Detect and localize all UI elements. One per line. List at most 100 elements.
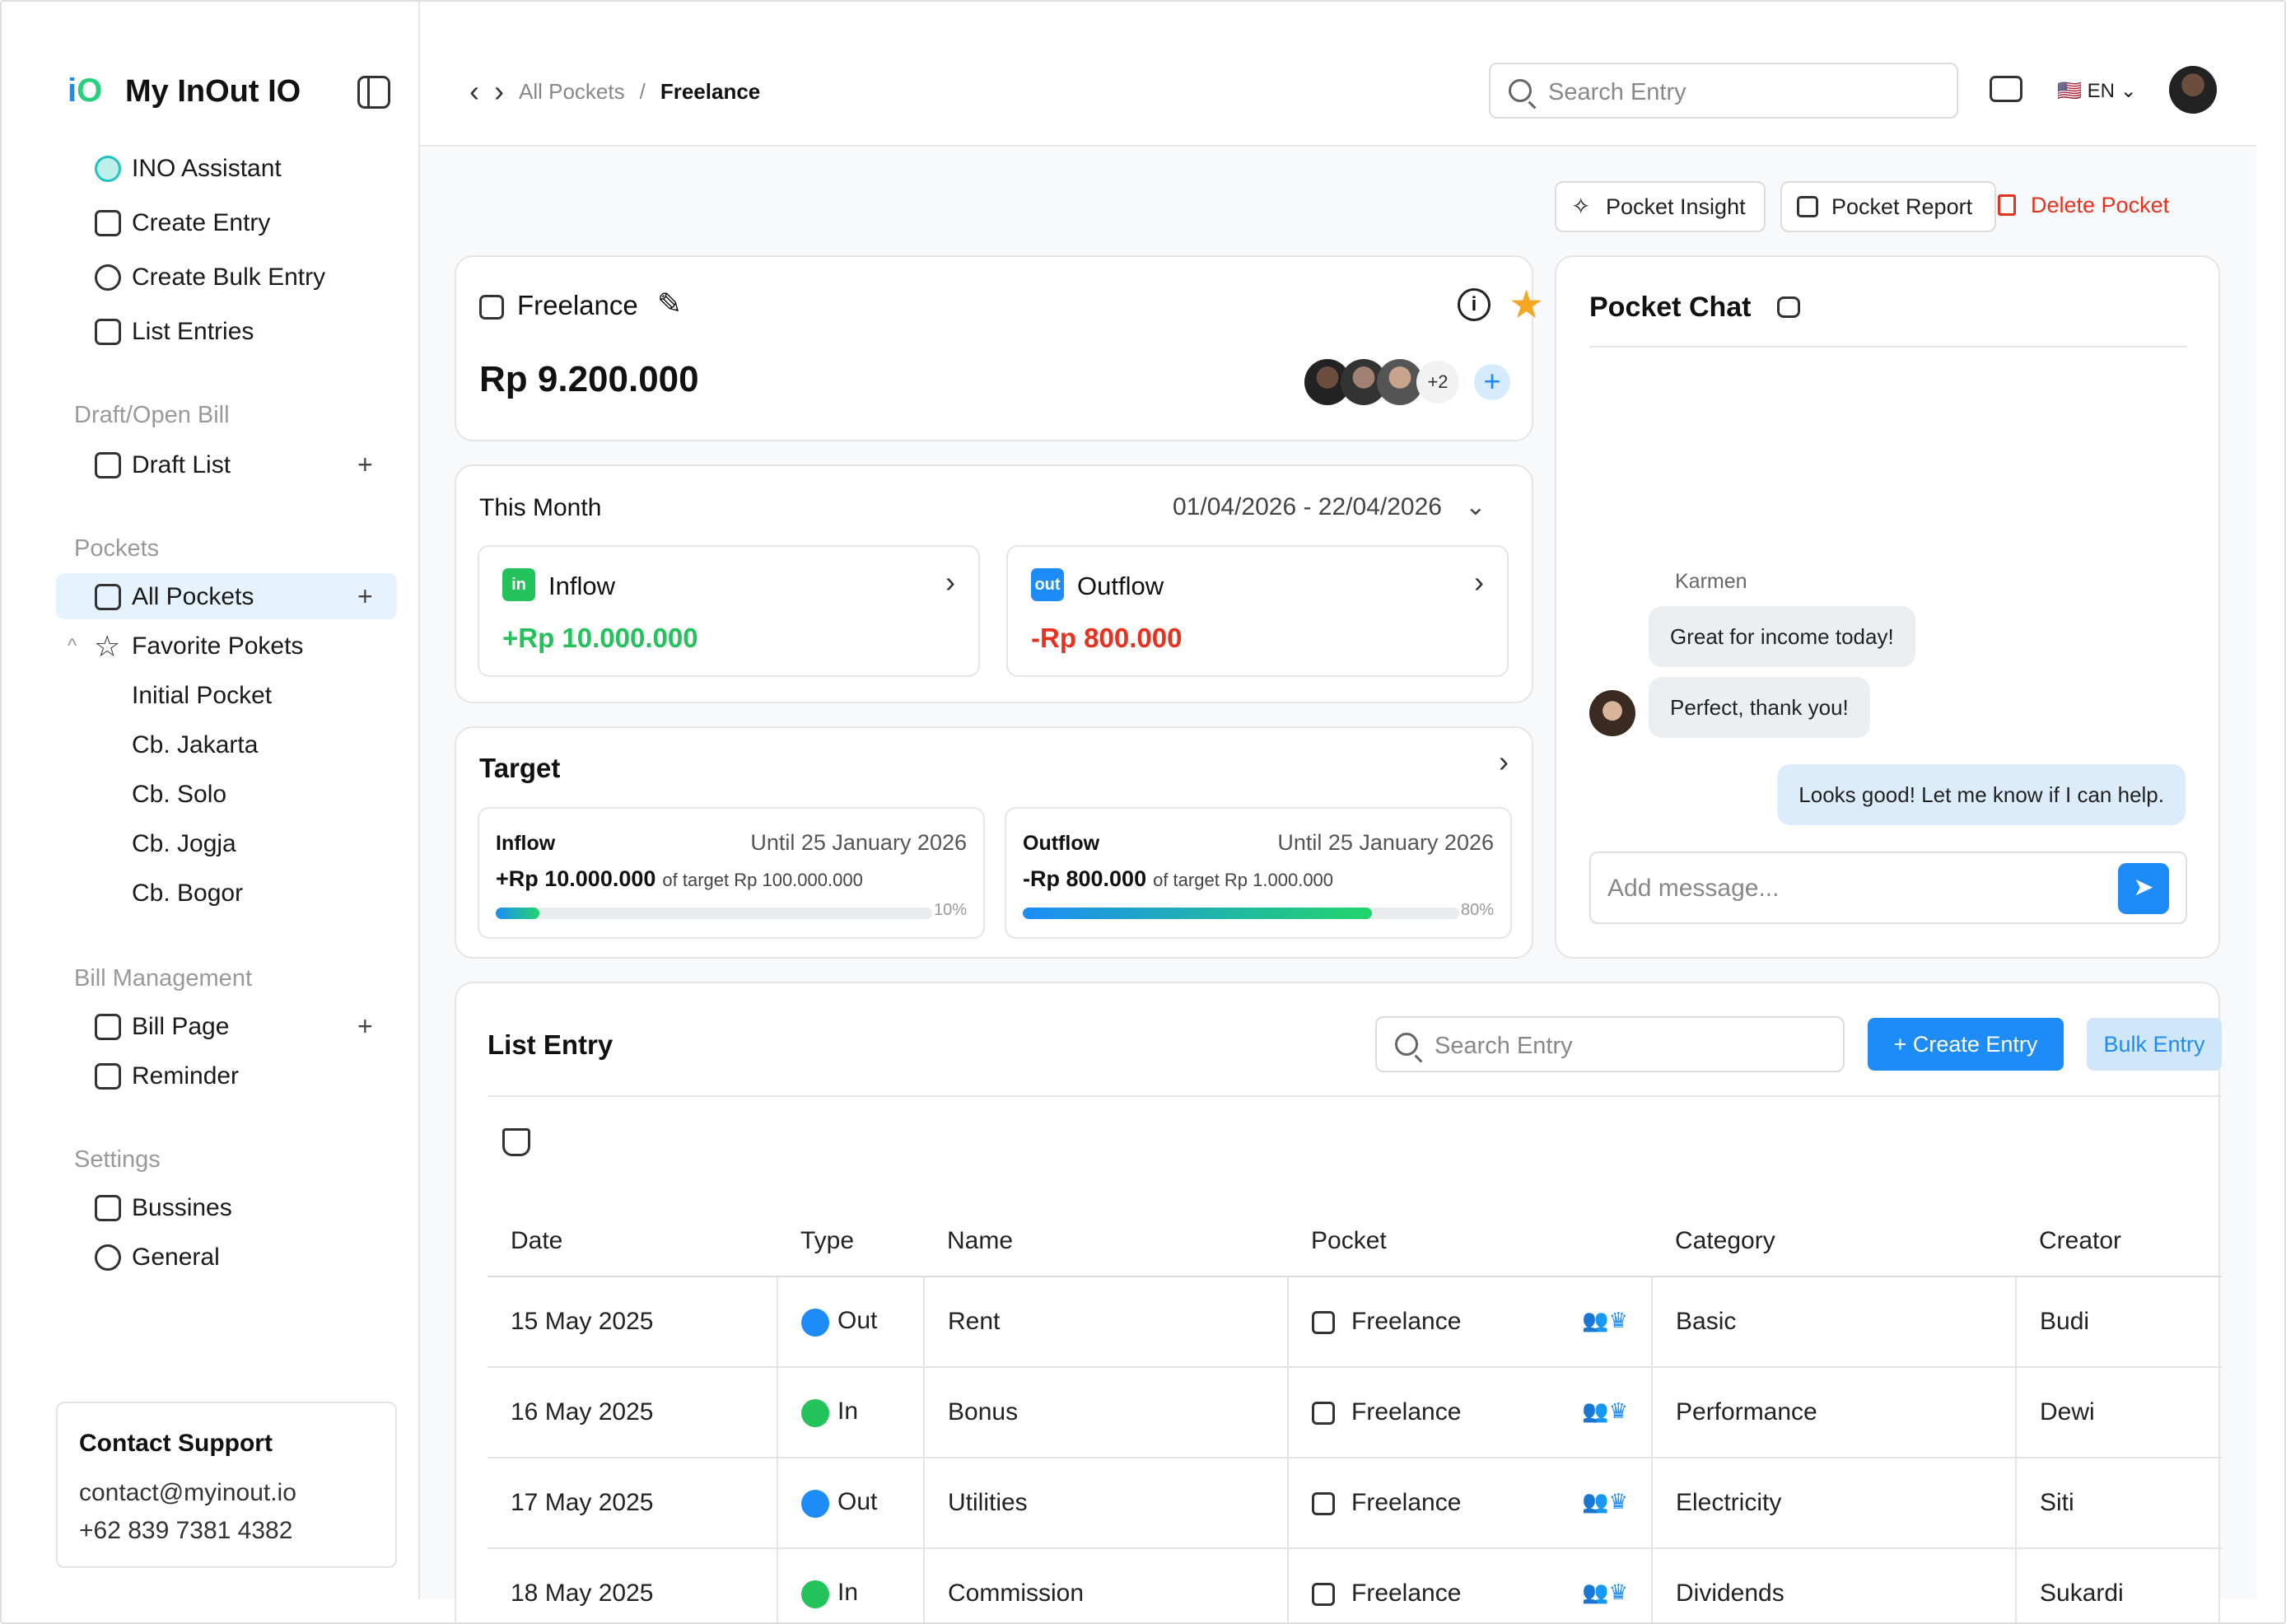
button-label: Delete Pocket (2031, 193, 2170, 217)
forward-arrow-icon[interactable]: › (494, 74, 504, 109)
this-month-card: This Month 01/04/2026 - 22/04/2026 ⌄ in … (455, 464, 1533, 703)
target-outflow-goal: of target Rp 1.000.000 (1153, 870, 1334, 890)
star-filled-icon[interactable]: ★ (1509, 282, 1544, 328)
target-outflow-box: Outflow Until 25 January 2026 -Rp 800.00… (1005, 807, 1512, 939)
chevron-up-icon[interactable]: ^ (68, 635, 77, 658)
chat-bubble-icon (1777, 296, 1800, 318)
entry-search-input[interactable]: Search Entry (1375, 1016, 1845, 1072)
sidebar-item-label: Bill Page (132, 1013, 230, 1040)
breadcrumb: ‹ › All Pockets / Freelance (469, 74, 760, 109)
send-icon[interactable]: ➤ (2118, 863, 2169, 914)
chat-title: Pocket Chat (1589, 292, 1752, 323)
inflow-box[interactable]: in Inflow +Rp 10.000.000 › (478, 545, 980, 677)
column-header-name[interactable]: Name (924, 1206, 1288, 1277)
chevron-right-icon[interactable]: › (1499, 744, 1509, 779)
app-title: My InOut IO (125, 74, 301, 109)
shared-crown-icon: 👥♛ (1582, 1489, 1628, 1514)
cell-category: Electricity (1652, 1458, 2017, 1549)
type-label: In (837, 1579, 859, 1607)
date-range-selector[interactable]: 01/04/2026 - 22/04/2026 ⌄ (1173, 492, 1486, 521)
button-label: Pocket Insight (1606, 194, 1746, 219)
favorite-pocket-item[interactable]: Cb. Jakarta (132, 731, 258, 759)
assistant-icon (95, 156, 121, 182)
pocket-report-button[interactable]: Pocket Report (1780, 181, 1996, 232)
column-header-category[interactable]: Category (1652, 1206, 2016, 1277)
type-label: In (837, 1398, 859, 1426)
edit-pencil-icon[interactable]: ✎ (657, 287, 682, 321)
section-title-draft: Draft/Open Bill (74, 402, 230, 428)
add-draft-button[interactable]: + (357, 450, 373, 480)
info-icon[interactable]: i (1458, 288, 1491, 321)
search-icon (1395, 1033, 1418, 1056)
table-row[interactable]: 16 May 2025 In Bonus Freelance 👥♛ Performance… (488, 1367, 2222, 1458)
pocket-icon (479, 295, 504, 320)
sidebar-item-label: All Pockets (132, 583, 254, 610)
chat-message-input[interactable]: Add message... ➤ (1589, 852, 2187, 924)
chat-message: Perfect, thank you! (1649, 677, 1870, 738)
column-header-date[interactable]: Date (488, 1206, 777, 1277)
table-row[interactable]: 15 May 2025 Out Rent Freelance 👥♛ Basic Budi (488, 1276, 2222, 1368)
target-inflow-amount: +Rp 10.000.000 (496, 866, 656, 891)
collapse-sidebar-icon[interactable] (357, 76, 390, 109)
chevron-down-icon: ⌄ (1465, 493, 1486, 520)
app-logo: iO (68, 72, 103, 109)
breadcrumb-item[interactable]: All Pockets (519, 79, 625, 105)
add-bill-button[interactable]: + (357, 1011, 373, 1042)
column-header-creator[interactable]: Creator (2016, 1206, 2222, 1277)
bulk-entry-button[interactable]: Bulk Entry (2087, 1018, 2222, 1071)
filter-icon[interactable] (502, 1128, 530, 1156)
column-header-pocket[interactable]: Pocket (1288, 1206, 1652, 1277)
add-member-button[interactable]: + (1474, 364, 1510, 400)
sidebar-item-label: Reminder (132, 1062, 240, 1090)
add-pocket-button[interactable]: + (357, 581, 373, 612)
target-inflow-goal: of target Rp 100.000.000 (662, 870, 863, 890)
pocket-label: Freelance (1351, 1580, 1462, 1607)
target-inflow-box: Inflow Until 25 January 2026 +Rp 10.000.… (478, 807, 985, 939)
shared-crown-icon: 👥♛ (1582, 1580, 1628, 1604)
user-avatar[interactable] (2169, 66, 2217, 114)
target-card: Target › Inflow Until 25 January 2026 +R… (455, 726, 1533, 959)
inbox-icon[interactable] (1990, 76, 2022, 102)
breadcrumb-current: Freelance (660, 78, 761, 104)
column-header-type[interactable]: Type (777, 1206, 924, 1277)
language-selector[interactable]: 🇺🇸 EN ⌄ (2057, 79, 2137, 103)
pocket-chat-card: Pocket Chat Karmen Great for income toda… (1555, 255, 2220, 959)
members-count-badge[interactable]: +2 (1416, 361, 1459, 404)
date-range-label: 01/04/2026 - 22/04/2026 (1173, 493, 1442, 520)
divider (488, 1095, 2222, 1097)
sidebar-item-label: List Entries (132, 318, 254, 345)
back-arrow-icon[interactable]: ‹ (469, 74, 479, 109)
table-row[interactable]: 18 May 2025 In Commission Freelance 👥♛ Divide… (488, 1548, 2222, 1622)
reminder-icon (95, 1063, 121, 1090)
create-entry-button[interactable]: + Create Entry (1868, 1018, 2064, 1071)
pocket-icon (1312, 1402, 1335, 1426)
pocket-label: Freelance (1351, 1398, 1462, 1426)
pocket-label: Freelance (1351, 1308, 1462, 1335)
divider (1589, 346, 2187, 348)
outflow-box[interactable]: out Outflow -Rp 800.000 › (1006, 545, 1509, 677)
target-outflow-until: Until 25 January 2026 (1277, 830, 1494, 855)
search-icon (1509, 79, 1532, 102)
global-search-input[interactable]: Search Entry (1489, 63, 1958, 119)
sidebar: iO My InOut IO INO Assistant Create Entr… (2, 2, 420, 1599)
delete-pocket-button[interactable]: Delete Pocket (1998, 193, 2170, 218)
favorite-pocket-item[interactable]: Cb. Solo (132, 781, 226, 809)
favorite-pocket-item[interactable]: Initial Pocket (132, 682, 272, 710)
favorite-pocket-item[interactable]: Cb. Bogor (132, 880, 243, 908)
cell-type: Out (777, 1458, 925, 1549)
bill-icon (95, 1014, 121, 1040)
table-row[interactable]: 17 May 2025 Out Utilities Freelance 👥♛ Electr… (488, 1458, 2222, 1549)
pocket-balance: Rp 9.200.000 (479, 359, 699, 399)
support-email[interactable]: contact@myinout.io (79, 1479, 296, 1507)
pocket-insight-button[interactable]: ✧ Pocket Insight (1555, 181, 1766, 232)
inflow-tag-icon: in (502, 568, 535, 601)
support-phone[interactable]: +62 839 7381 4382 (79, 1517, 292, 1545)
favorite-pocket-item[interactable]: Cb. Jogja (132, 830, 236, 858)
cell-date: 16 May 2025 (488, 1367, 778, 1458)
cell-pocket: Freelance 👥♛ (1288, 1548, 1653, 1622)
outflow-label: Outflow (1077, 572, 1164, 600)
document-icon (95, 210, 121, 236)
entries-table: Date Type Name Pocket Category Creator 1… (488, 1206, 2222, 1622)
target-inflow-until: Until 25 January 2026 (750, 830, 967, 855)
cell-name: Bonus (924, 1367, 1289, 1458)
